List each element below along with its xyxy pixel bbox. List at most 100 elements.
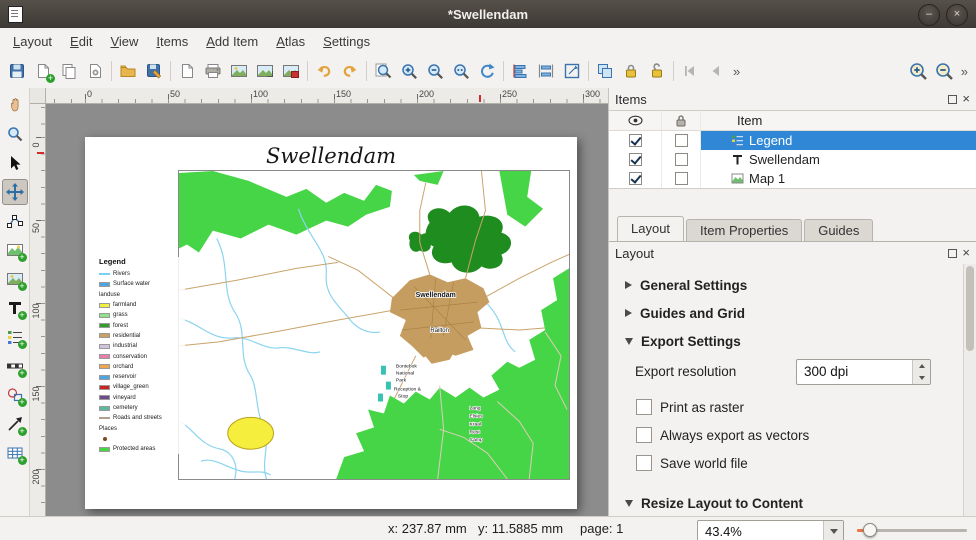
unlock-items-button[interactable] — [644, 58, 670, 84]
panel-scrollbar[interactable] — [963, 264, 976, 516]
print-as-raster-row[interactable]: Print as raster — [636, 398, 744, 416]
align-items-button[interactable] — [507, 58, 533, 84]
close-button[interactable]: × — [946, 4, 968, 26]
checkbox-label: Save world file — [660, 456, 748, 471]
nav-zoom-out-button[interactable] — [931, 58, 957, 84]
float-panel-button[interactable] — [948, 95, 957, 104]
print-as-raster-checkbox[interactable] — [636, 399, 652, 415]
zoom-level-combobox[interactable]: 43.4% — [697, 520, 844, 540]
item-row-label[interactable]: Swellendam — [609, 150, 976, 169]
minimize-button[interactable]: – — [918, 4, 940, 26]
pan-tool-button[interactable] — [2, 92, 28, 118]
add-label-tool-button[interactable] — [2, 295, 28, 321]
group-items-button[interactable] — [592, 58, 618, 84]
lock-items-button[interactable] — [618, 58, 644, 84]
add-picture-tool-button[interactable] — [2, 266, 28, 292]
save-world-file-row[interactable]: Save world file — [636, 454, 748, 472]
tab-item-properties[interactable]: Item Properties — [686, 219, 802, 241]
zoom-slider[interactable] — [857, 529, 967, 532]
zoom-full-button[interactable] — [370, 58, 396, 84]
export-svg-button[interactable] — [252, 58, 278, 84]
print-button[interactable] — [200, 58, 226, 84]
map-item[interactable]: Swellendam Railton Bontebok National Par… — [178, 170, 570, 480]
add-legend-tool-button[interactable] — [2, 324, 28, 350]
lock-checkbox[interactable] — [675, 134, 688, 147]
section-resize-layout[interactable]: Resize Layout to Content — [609, 490, 963, 516]
close-panel-button[interactable]: × — [962, 248, 970, 258]
toolbar-overflow-button[interactable]: » — [729, 64, 744, 79]
lock-checkbox[interactable] — [675, 153, 688, 166]
canvas-area: 0 50 100 150 200 250 300 0 50 100 150 20… — [30, 88, 608, 516]
add-arrow-tool-button[interactable] — [2, 411, 28, 437]
unlock-icon — [648, 62, 666, 80]
layout-page[interactable]: Swellendam — [85, 137, 577, 509]
add-attribute-table-tool-button[interactable] — [2, 440, 28, 466]
section-general-settings[interactable]: General Settings — [609, 272, 963, 298]
save-world-file-checkbox[interactable] — [636, 455, 652, 471]
legend-entry-label: Roads and streets — [113, 415, 162, 421]
spin-up-button[interactable] — [913, 360, 930, 372]
add-scalebar-tool-button[interactable] — [2, 353, 28, 379]
zoom-tool-button[interactable] — [2, 121, 28, 147]
item-row-map[interactable]: Map 1 — [609, 169, 976, 188]
layout-canvas[interactable]: Swellendam — [46, 104, 608, 516]
tab-layout[interactable]: Layout — [617, 216, 684, 241]
save-project-button[interactable] — [4, 58, 30, 84]
combo-dropdown-button[interactable] — [823, 521, 843, 540]
export-resolution-spinbox[interactable]: 300 dpi — [796, 359, 931, 385]
select-move-item-tool-button[interactable] — [2, 150, 28, 176]
menu-add-item[interactable]: Add Item — [197, 30, 267, 53]
export-image-button[interactable] — [226, 58, 252, 84]
nav-zoom-in-button[interactable] — [905, 58, 931, 84]
menu-settings[interactable]: Settings — [314, 30, 379, 53]
nav-overflow-button[interactable]: » — [957, 64, 972, 79]
save-template-button[interactable] — [141, 58, 167, 84]
distribute-items-button[interactable] — [533, 58, 559, 84]
add-shape-tool-button[interactable] — [2, 382, 28, 408]
menu-atlas[interactable]: Atlas — [267, 30, 314, 53]
zoom-out-button[interactable] — [422, 58, 448, 84]
tab-guides[interactable]: Guides — [804, 219, 873, 241]
zoom-slider-handle[interactable] — [863, 523, 877, 537]
always-export-vectors-checkbox[interactable] — [636, 427, 652, 443]
float-panel-button[interactable] — [948, 249, 957, 258]
item-label: Legend — [749, 133, 792, 148]
item-row-legend[interactable]: Legend — [609, 131, 976, 150]
menu-view[interactable]: View — [101, 30, 147, 53]
menu-items[interactable]: Items — [147, 30, 197, 53]
atlas-first-button[interactable] — [677, 58, 703, 84]
section-guides-and-grid[interactable]: Guides and Grid — [609, 300, 963, 326]
resize-items-button[interactable] — [559, 58, 585, 84]
legend-item[interactable]: Legend Rivers Surface water landuse farm… — [99, 257, 185, 454]
add-map-tool-button[interactable] — [2, 237, 28, 263]
zoom-actual-button[interactable] — [448, 58, 474, 84]
zoom-in-button[interactable] — [396, 58, 422, 84]
plus-badge-icon — [18, 282, 27, 291]
edit-nodes-tool-button[interactable] — [2, 208, 28, 234]
always-export-vectors-row[interactable]: Always export as vectors — [636, 426, 809, 444]
visibility-checkbox[interactable] — [629, 134, 642, 147]
menu-edit[interactable]: Edit — [61, 30, 101, 53]
layout-manager-button[interactable] — [82, 58, 108, 84]
export-pdf-button[interactable] — [278, 58, 304, 84]
redo-button[interactable] — [337, 58, 363, 84]
move-item-content-tool-button[interactable] — [2, 179, 28, 205]
atlas-prev-button[interactable] — [703, 58, 729, 84]
undo-button[interactable] — [311, 58, 337, 84]
legend-entry-label: Protected areas — [113, 446, 155, 452]
scrollbar-thumb[interactable] — [966, 266, 974, 351]
duplicate-layout-button[interactable] — [56, 58, 82, 84]
close-panel-button[interactable]: × — [962, 94, 970, 104]
visibility-checkbox[interactable] — [629, 153, 642, 166]
page-setup-button[interactable] — [174, 58, 200, 84]
section-export-settings[interactable]: Export Settings — [609, 328, 963, 354]
map-title-label-item[interactable]: Swellendam — [85, 144, 577, 168]
lock-checkbox[interactable] — [675, 172, 688, 185]
menu-layout[interactable]: Layout — [4, 30, 61, 53]
page-readout: page: 1 — [580, 521, 623, 536]
spin-down-button[interactable] — [913, 372, 930, 384]
refresh-button[interactable] — [474, 58, 500, 84]
load-template-button[interactable] — [115, 58, 141, 84]
new-layout-button[interactable] — [30, 58, 56, 84]
visibility-checkbox[interactable] — [629, 172, 642, 185]
